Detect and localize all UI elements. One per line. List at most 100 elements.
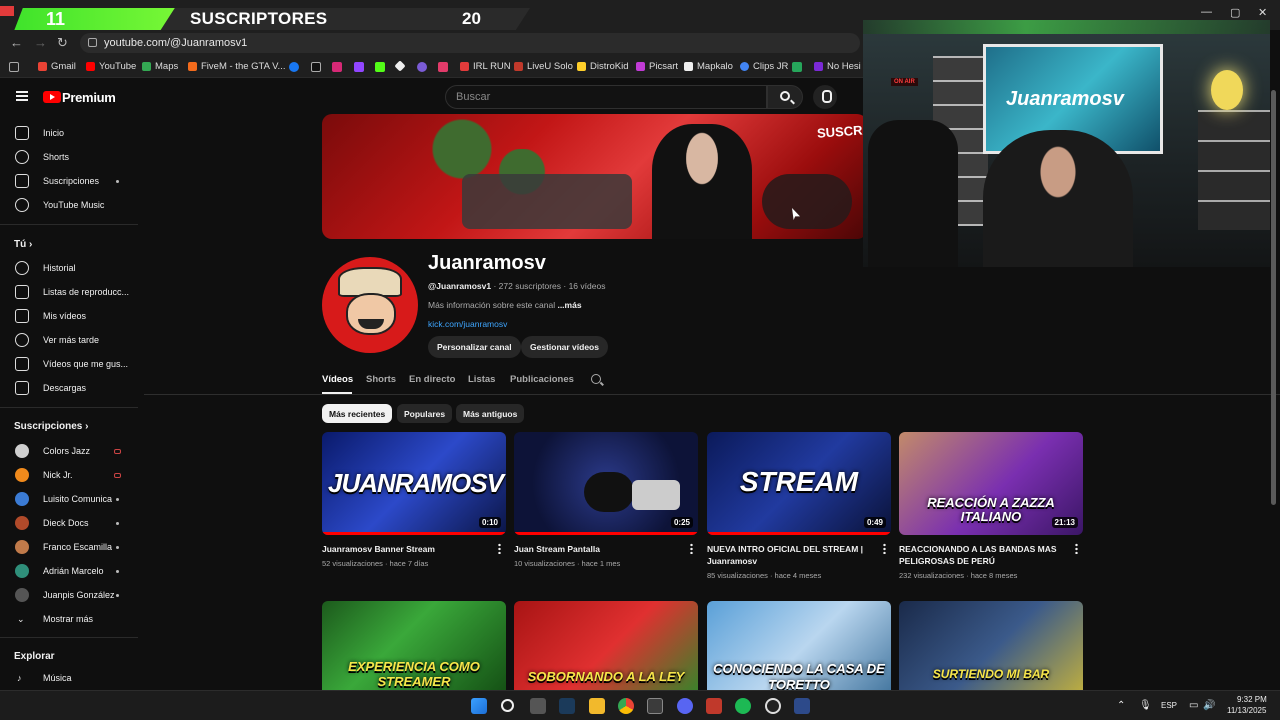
sidebar-sub-luisito[interactable]: Luisito Comunica <box>0 487 138 511</box>
tab-posts[interactable]: Publicaciones <box>510 374 574 385</box>
app-icon[interactable] <box>794 698 810 714</box>
video-card[interactable]: 0:25 Juan Stream Pantalla 10 visualizaci… <box>514 432 698 568</box>
video-card[interactable]: JUANRAMOSV 0:10 Juanramosv Banner Stream… <box>322 432 506 568</box>
apps-grid-icon[interactable] <box>9 62 19 72</box>
customize-channel-button[interactable]: Personalizar canal <box>428 336 521 358</box>
video-card[interactable]: EXPERIENCIA COMO STREAMER <box>322 601 506 690</box>
more-link[interactable]: ...más <box>557 300 581 310</box>
bookmark-youtube[interactable]: YouTube <box>86 61 136 72</box>
sidebar-sub-franco[interactable]: Franco Escamilla <box>0 535 138 559</box>
page-scrollbar[interactable] <box>1271 90 1276 505</box>
tab-shorts[interactable]: Shorts <box>366 374 396 385</box>
video-menu-icon[interactable] <box>498 543 501 554</box>
site-info-icon[interactable] <box>88 38 97 47</box>
clock-date[interactable]: 11/13/2025 <box>1227 706 1266 715</box>
menu-icon[interactable] <box>16 91 28 101</box>
tab-videos[interactable]: Vídeos <box>322 374 353 385</box>
video-title[interactable]: REACCIONANDO A LAS BANDAS MAS PELIGROSAS… <box>899 543 1064 567</box>
bookmark-gmail[interactable]: Gmail <box>38 61 76 72</box>
channel-description[interactable]: Más información sobre este canal ...más <box>428 300 582 310</box>
channel-search-icon[interactable] <box>591 374 601 384</box>
minimize-button[interactable]: — <box>1201 6 1212 18</box>
reload-icon[interactable]: ↻ <box>57 35 68 51</box>
video-thumbnail[interactable]: STREAM 0:49 <box>707 432 891 535</box>
chrome-icon[interactable] <box>618 698 634 714</box>
tab-live[interactable]: En directo <box>409 374 455 385</box>
bookmark-irl-run[interactable]: IRL RUN <box>460 61 511 72</box>
video-thumbnail[interactable]: SOBORNANDO A LA LEY <box>514 601 698 690</box>
discord-icon[interactable] <box>677 698 693 714</box>
bookmark-liveu[interactable]: LiveU Solo <box>514 61 573 72</box>
video-card[interactable]: REACCIÓN A ZAZZA ITALIANO 21:13 REACCION… <box>899 432 1083 580</box>
video-thumbnail[interactable]: JUANRAMOSV 0:10 <box>322 432 506 535</box>
forward-arrow-icon[interactable]: → <box>34 35 47 50</box>
sidebar-sub-nick-jr[interactable]: Nick Jr. <box>0 463 138 487</box>
channel-external-link[interactable]: kick.com/juanramosv <box>428 319 507 329</box>
instagram-icon[interactable] <box>332 62 342 72</box>
facebook-icon[interactable] <box>289 62 299 72</box>
language-indicator[interactable]: ESP <box>1161 701 1177 710</box>
search-button[interactable] <box>767 85 803 109</box>
sidebar-item-liked-videos[interactable]: Vídeos que me gus... <box>0 352 138 376</box>
youtube-premium-label[interactable]: Premium <box>62 90 116 105</box>
twitch-icon[interactable] <box>354 62 364 72</box>
filter-popular[interactable]: Populares <box>397 404 453 423</box>
video-thumbnail[interactable]: EXPERIENCIA COMO STREAMER <box>322 601 506 690</box>
obs-icon[interactable] <box>765 698 781 714</box>
video-card[interactable]: SOBORNANDO A LA LEY <box>514 601 698 690</box>
sidebar-sub-juanpis[interactable]: Juanpis González <box>0 583 138 607</box>
store-icon[interactable] <box>647 698 663 714</box>
microphone-icon[interactable]: 🎙 <box>1139 700 1152 711</box>
volume-icon[interactable]: 🔊 <box>1203 700 1215 711</box>
video-card[interactable]: STREAM 0:49 NUEVA INTRO OFICIAL DEL STRE… <box>707 432 891 580</box>
sidebar-show-more[interactable]: ⌄ Mostrar más <box>0 607 138 631</box>
video-thumbnail[interactable]: REACCIÓN A ZAZZA ITALIANO 21:13 <box>899 432 1083 535</box>
video-card[interactable]: SURTIENDO MI BAR <box>899 601 1083 690</box>
tab-playlists[interactable]: Listas <box>468 374 495 385</box>
steam-icon[interactable] <box>559 698 575 714</box>
search-icon[interactable] <box>501 699 514 712</box>
chevron-up-icon[interactable]: ⌃ <box>1117 700 1125 711</box>
capcut-icon[interactable] <box>706 698 722 714</box>
channel-avatar[interactable] <box>322 257 418 353</box>
sidebar-you-header[interactable]: Tú › <box>14 239 32 250</box>
sidebar-item-music[interactable]: ♪ Música <box>0 666 138 690</box>
sidebar-item-downloads[interactable]: Descargas <box>0 376 138 400</box>
bookmark-picsart[interactable]: Picsart <box>636 61 678 72</box>
video-menu-icon[interactable] <box>690 543 693 554</box>
sidebar-item-playlists[interactable]: Listas de reproducc... <box>0 280 138 304</box>
video-thumbnail[interactable]: SURTIENDO MI BAR <box>899 601 1083 690</box>
sidebar-item-shorts[interactable]: Shorts <box>0 145 138 169</box>
windows-start-icon[interactable] <box>471 698 487 714</box>
video-card[interactable]: CONOCIENDO LA CASA DE TORETTO <box>707 601 891 690</box>
display-icon[interactable]: ▭ <box>1189 700 1198 711</box>
search-input[interactable] <box>446 86 766 108</box>
video-menu-icon[interactable] <box>883 543 886 554</box>
filter-oldest[interactable]: Más antiguos <box>456 404 525 423</box>
task-view-icon[interactable] <box>530 698 546 714</box>
spotify-icon[interactable] <box>735 698 751 714</box>
sidebar-sub-colors-jazz[interactable]: Colors Jazz <box>0 439 138 463</box>
maximize-button[interactable]: ▢ <box>1230 6 1240 19</box>
sidebar-item-history[interactable]: Historial <box>0 256 138 280</box>
back-arrow-icon[interactable]: ← <box>10 35 23 50</box>
search-box[interactable] <box>445 85 767 109</box>
video-title[interactable]: NUEVA INTRO OFICIAL DEL STREAM | Juanram… <box>707 543 872 567</box>
sidebar-item-youtube-music[interactable]: YouTube Music <box>0 193 138 217</box>
sidebar-item-your-videos[interactable]: Mis vídeos <box>0 304 138 328</box>
bookmark-fivem[interactable]: FiveM - the GTA V... <box>188 61 285 72</box>
url-text[interactable]: youtube.com/@Juanramosv1 <box>104 37 247 49</box>
video-title[interactable]: Juanramosv Banner Stream <box>322 543 487 555</box>
youtube-logo-icon[interactable] <box>43 91 61 103</box>
video-menu-icon[interactable] <box>1075 543 1078 554</box>
sidebar-sub-adrian[interactable]: Adrián Marcelo <box>0 559 138 583</box>
clock-time[interactable]: 9:32 PM <box>1237 695 1267 704</box>
video-thumbnail[interactable]: CONOCIENDO LA CASA DE TORETTO <box>707 601 891 690</box>
bookmark-mapkalo[interactable]: Mapkalo <box>684 61 733 72</box>
sidebar-item-watch-later[interactable]: Ver más tarde <box>0 328 138 352</box>
filter-latest[interactable]: Más recientes <box>322 404 393 423</box>
bookmark-distrokid[interactable]: DistroKid <box>577 61 629 72</box>
sidebar-item-subscriptions[interactable]: Suscripciones <box>0 169 138 193</box>
manage-videos-button[interactable]: Gestionar vídeos <box>521 336 608 358</box>
sidebar-sub-dieck[interactable]: Dieck Docs <box>0 511 138 535</box>
